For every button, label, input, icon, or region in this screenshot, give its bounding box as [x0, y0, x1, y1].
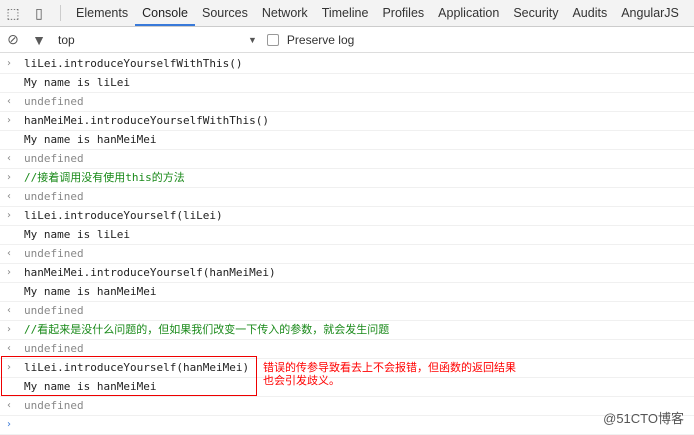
tab-sources[interactable]: Sources — [195, 0, 255, 26]
result-arrow-icon: ‹ — [7, 191, 11, 202]
input-arrow-icon: › — [7, 58, 11, 69]
console-text: My name is hanMeiMei — [24, 133, 157, 146]
console-row-res: ‹ undefined — [0, 150, 694, 169]
console-row-in: › hanMeiMei.introduceYourselfWithThis() — [0, 112, 694, 131]
console-text: undefined — [24, 95, 84, 108]
console-text: undefined — [24, 304, 84, 317]
tab-application[interactable]: Application — [431, 0, 506, 26]
console-text: My name is liLei — [24, 76, 130, 89]
console-text: liLei.introduceYourself(liLei) — [24, 209, 223, 222]
console-text: My name is liLei — [24, 228, 130, 241]
preserve-log-checkbox[interactable] — [266, 33, 279, 46]
watermark: @51CTO博客 — [603, 411, 684, 426]
filter-icon[interactable]: ▼ — [26, 32, 52, 48]
console-row-prompt[interactable]: › — [0, 416, 694, 435]
console-toolbar: ⊘ ▼ top ▼ Preserve log — [0, 27, 694, 53]
tab-profiles[interactable]: Profiles — [375, 0, 431, 26]
console-row-in: › hanMeiMei.introduceYourself(hanMeiMei) — [0, 264, 694, 283]
input-arrow-icon: › — [7, 210, 11, 221]
result-arrow-icon: ‹ — [7, 96, 11, 107]
console-row-comment: › //接着调用没有使用this的方法 — [0, 169, 694, 188]
console-row-out: My name is liLei — [0, 74, 694, 93]
tab-security[interactable]: Security — [506, 0, 565, 26]
result-arrow-icon: ‹ — [7, 400, 11, 411]
console-text: //看起来是没什么问题的，但如果我们改变一下传入的参数，就会发生问题 — [24, 323, 390, 336]
result-arrow-icon: ‹ — [7, 305, 11, 316]
divider — [60, 5, 61, 21]
preserve-log-label: Preserve log — [286, 32, 355, 47]
result-arrow-icon: ‹ — [7, 153, 11, 164]
console-text: undefined — [24, 247, 84, 260]
console-text: undefined — [24, 399, 84, 412]
console-row-res: ‹ undefined — [0, 302, 694, 321]
console-text: liLei.introduceYourselfWithThis() — [24, 57, 243, 70]
highlight-box — [1, 356, 257, 396]
console-row-out: My name is liLei — [0, 226, 694, 245]
console-row-out: My name is hanMeiMei — [0, 283, 694, 302]
clear-console-icon[interactable]: ⊘ — [0, 31, 26, 48]
chevron-down-icon[interactable]: ▼ — [248, 35, 257, 45]
console-row-res: ‹ undefined — [0, 188, 694, 207]
console-row-comment: › //看起来是没什么问题的，但如果我们改变一下传入的参数，就会发生问题 — [0, 321, 694, 340]
console-row-in: › liLei.introduceYourself(liLei) — [0, 207, 694, 226]
input-arrow-icon: › — [7, 172, 11, 183]
input-arrow-icon: › — [7, 324, 11, 335]
tab-audits[interactable]: Audits — [565, 0, 614, 26]
result-arrow-icon: ‹ — [7, 248, 11, 259]
console-row-res: ‹ undefined — [0, 397, 694, 416]
console-text: undefined — [24, 342, 84, 355]
console-row-out: My name is hanMeiMei — [0, 131, 694, 150]
input-arrow-icon: › — [7, 115, 11, 126]
console-text: undefined — [24, 152, 84, 165]
console-text: //接着调用没有使用this的方法 — [24, 171, 185, 184]
tab-console[interactable]: Console — [135, 0, 195, 26]
console-text: hanMeiMei.introduceYourselfWithThis() — [24, 114, 270, 127]
console-text: My name is hanMeiMei — [24, 285, 157, 298]
inspect-element-icon[interactable]: ⬚ — [0, 5, 26, 22]
devtools-tabbar: ⬚ ▯ Elements Console Sources Network Timelin… — [0, 0, 694, 27]
console-text: hanMeiMei.introduceYourself(hanMeiMei) — [24, 266, 276, 279]
context-select[interactable]: top — [58, 33, 248, 47]
console-text: undefined — [24, 190, 84, 203]
annotation: 错误的传参导致看去上不会报错，但函数的返回结果也会引发歧义。 — [263, 362, 516, 387]
input-arrow-icon: › — [7, 267, 11, 278]
console-row-res: ‹ undefined — [0, 93, 694, 112]
tab-elements[interactable]: Elements — [69, 0, 135, 26]
input-arrow-icon: › — [7, 419, 11, 430]
console-row-in: › liLei.introduceYourselfWithThis() — [0, 55, 694, 74]
tab-timeline[interactable]: Timeline — [315, 0, 376, 26]
console-row-res: ‹ undefined — [0, 245, 694, 264]
device-mode-icon[interactable]: ▯ — [26, 5, 52, 22]
tab-angularjs[interactable]: AngularJS — [614, 0, 686, 26]
tab-network[interactable]: Network — [255, 0, 315, 26]
